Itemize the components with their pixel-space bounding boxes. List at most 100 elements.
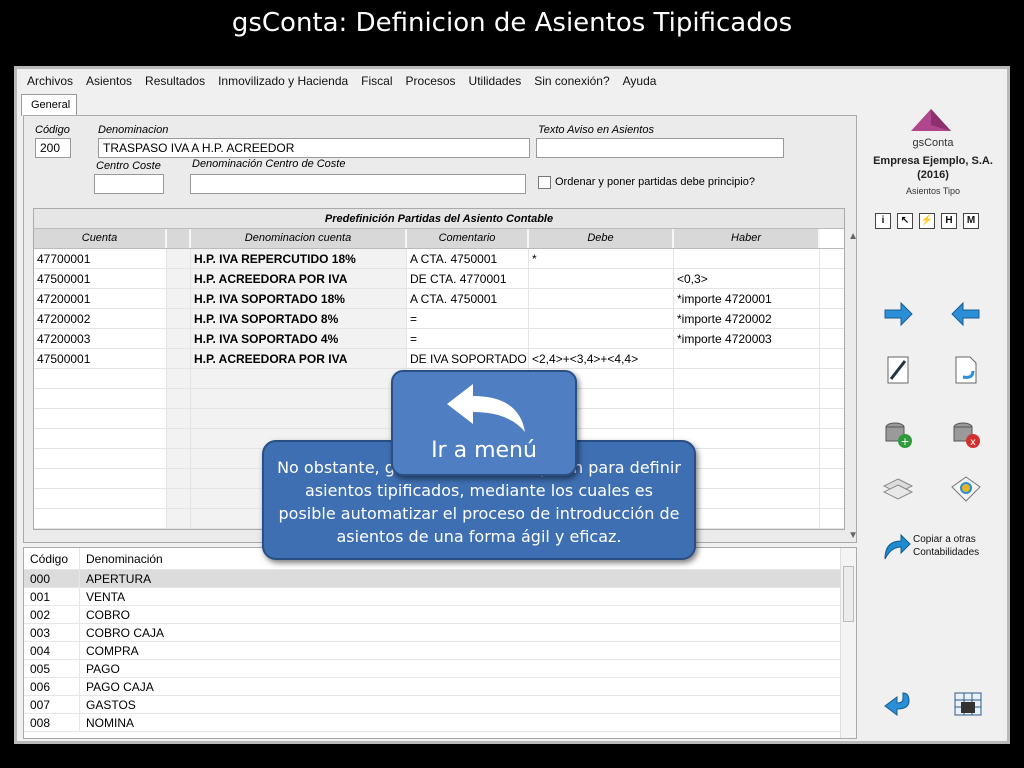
grid-scroll-down-icon[interactable]: ▼ [848, 530, 858, 541]
grid-cell[interactable]: 47700001 [34, 249, 167, 268]
grid-cell[interactable]: = [407, 309, 529, 328]
flash-icon[interactable]: ⚡ [919, 213, 935, 229]
centro-coste-field[interactable] [94, 174, 164, 194]
menu-archivos[interactable]: Archivos [27, 74, 73, 88]
list-item[interactable]: 000 APERTURA [24, 570, 856, 588]
grid-cell[interactable]: <0,3> [674, 269, 820, 288]
grid-cell[interactable] [167, 289, 191, 308]
grid-cell[interactable]: DE IVA SOPORTADO [407, 349, 529, 368]
add-database-icon[interactable]: + [881, 417, 915, 451]
copy-arrow-icon[interactable] [879, 529, 913, 563]
grid-row[interactable]: 47200001 H.P. IVA SOPORTADO 18% A CTA. 475… [34, 289, 844, 309]
list-item[interactable]: 005 PAGO [24, 660, 856, 678]
grid-cell[interactable]: *importe 4720001 [674, 289, 820, 308]
grid-cell[interactable]: H.P. IVA SOPORTADO 8% [191, 309, 407, 328]
grid-cell[interactable] [529, 289, 674, 308]
grid-cell[interactable] [167, 329, 191, 348]
grid-cell[interactable]: H.P. IVA SOPORTADO 18% [191, 289, 407, 308]
grid-cell[interactable] [191, 369, 407, 388]
menu-procesos[interactable]: Procesos [406, 74, 456, 88]
grid-cell[interactable]: H.P. ACREEDORA POR IVA [191, 349, 407, 368]
grid-cell[interactable] [167, 509, 191, 528]
h-icon[interactable]: H [941, 213, 957, 229]
grid-cell[interactable] [34, 389, 167, 408]
grid-cell[interactable] [34, 369, 167, 388]
grid-cell[interactable]: DE CTA. 4770001 [407, 269, 529, 288]
grid-cell[interactable]: 47200003 [34, 329, 167, 348]
grid-row[interactable]: 47500001 H.P. ACREEDORA POR IVA DE CTA. 47… [34, 269, 844, 289]
ordenar-checkbox[interactable] [538, 176, 551, 189]
col-denominacion[interactable]: Denominacion cuenta [191, 229, 407, 248]
grid-cell[interactable] [529, 269, 674, 288]
grid-cell[interactable]: 47500001 [34, 349, 167, 368]
grid-cell[interactable] [34, 509, 167, 528]
list-col-codigo[interactable]: Código [24, 548, 80, 569]
grid-cell[interactable]: H.P. IVA SOPORTADO 4% [191, 329, 407, 348]
grid-cell[interactable] [34, 449, 167, 468]
edit-document-icon[interactable] [881, 353, 915, 387]
grid-cell[interactable] [167, 249, 191, 268]
grid-cell[interactable] [167, 429, 191, 448]
grid-cell[interactable] [34, 469, 167, 488]
grid-cell[interactable]: <2,4>+<3,4>+<4,4> [529, 349, 674, 368]
grid-cell[interactable] [191, 389, 407, 408]
aviso-field[interactable] [536, 138, 784, 158]
grid-cell[interactable] [167, 449, 191, 468]
tab-general[interactable]: General [21, 94, 77, 116]
grid-cell[interactable]: *importe 4720003 [674, 329, 820, 348]
pointer-icon[interactable]: ↖ [897, 213, 913, 229]
col-comentario[interactable]: Comentario [407, 229, 529, 248]
grid-cell[interactable] [167, 389, 191, 408]
grid-cell[interactable] [674, 369, 820, 388]
grid-cell[interactable]: 47200002 [34, 309, 167, 328]
menu-button[interactable]: Ir a menú [391, 370, 577, 476]
grid-cell[interactable]: H.P. IVA REPERCUTIDO 18% [191, 249, 407, 268]
m-icon[interactable]: M [963, 213, 979, 229]
arrow-left-icon[interactable] [949, 297, 983, 331]
codigo-field[interactable]: 200 [35, 138, 71, 158]
grid-cell[interactable] [167, 369, 191, 388]
grid-cell[interactable] [34, 409, 167, 428]
grid-scroll-up-icon[interactable]: ▲ [848, 231, 858, 242]
grid-cell[interactable] [191, 409, 407, 428]
grid-cell[interactable] [529, 309, 674, 328]
layers-icon[interactable] [881, 473, 915, 507]
print-preview-icon[interactable] [949, 473, 983, 507]
list-item[interactable]: 006 PAGO CAJA [24, 678, 856, 696]
grid-cell[interactable] [529, 329, 674, 348]
undo-document-icon[interactable] [949, 353, 983, 387]
menu-resultados[interactable]: Resultados [145, 74, 205, 88]
grid-cell[interactable] [674, 409, 820, 428]
grid-row[interactable]: 47500001 H.P. ACREEDORA POR IVA DE IVA SOP… [34, 349, 844, 369]
grid-cell[interactable] [167, 469, 191, 488]
menu-inmovilizado[interactable]: Inmovilizado y Hacienda [218, 74, 348, 88]
grid-cell[interactable] [167, 409, 191, 428]
grid-row[interactable]: 47200003 H.P. IVA SOPORTADO 4% = *importe 4… [34, 329, 844, 349]
list-item[interactable]: 008 NOMINA [24, 714, 856, 732]
list-item[interactable]: 003 COBRO CAJA [24, 624, 856, 642]
grid-cell[interactable] [674, 249, 820, 268]
calculator-grid-icon[interactable] [951, 687, 985, 721]
grid-row[interactable]: 47200002 H.P. IVA SOPORTADO 8% = *importe 4… [34, 309, 844, 329]
menu-utilidades[interactable]: Utilidades [469, 74, 522, 88]
col-cuenta[interactable]: Cuenta [34, 229, 167, 248]
col-debe[interactable]: Debe [529, 229, 674, 248]
grid-cell[interactable] [167, 349, 191, 368]
grid-cell[interactable]: 47200001 [34, 289, 167, 308]
grid-cell[interactable]: * [529, 249, 674, 268]
col-haber[interactable]: Haber [674, 229, 820, 248]
copy-label[interactable]: Copiar a otras Contabilidades [913, 533, 979, 559]
list-item[interactable]: 007 GASTOS [24, 696, 856, 714]
grid-cell[interactable] [34, 489, 167, 508]
grid-cell[interactable]: H.P. ACREEDORA POR IVA [191, 269, 407, 288]
arrow-right-icon[interactable] [881, 297, 915, 331]
menu-asientos[interactable]: Asientos [86, 74, 132, 88]
centro-denominacion-field[interactable] [190, 174, 526, 194]
grid-cell[interactable]: = [407, 329, 529, 348]
list-item[interactable]: 004 COMPRA [24, 642, 856, 660]
list-scrollbar[interactable] [840, 548, 856, 738]
menu-fiscal[interactable]: Fiscal [361, 74, 392, 88]
grid-cell[interactable]: A CTA. 4750001 [407, 289, 529, 308]
list-scroll-thumb[interactable] [843, 566, 854, 622]
grid-cell[interactable]: A CTA. 4750001 [407, 249, 529, 268]
